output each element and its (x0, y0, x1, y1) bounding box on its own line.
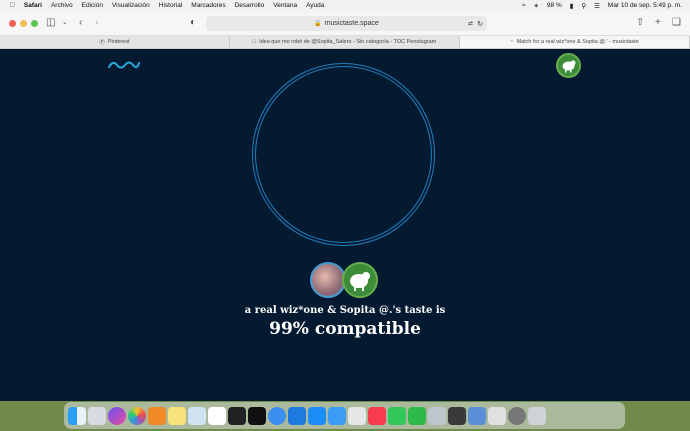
music-icon[interactable] (368, 406, 386, 425)
menu-app-name[interactable]: Safari (24, 2, 42, 9)
mail-icon[interactable] (328, 406, 346, 425)
tab-bar: Ⓟ Pinterest □ Idea que me robé de @Sopit… (0, 36, 690, 49)
reminders-icon[interactable] (208, 406, 226, 425)
browser-toolbar: ◫ ⌄ ‹ › ◐ 🔒 musictaste.space ⇄ ↻ ⇧ + ❏ (0, 11, 690, 36)
chevron-down-icon[interactable]: ⌄ (62, 17, 68, 29)
wifi-icon[interactable]: ≈ (522, 2, 526, 9)
capcut-alt-icon[interactable] (248, 406, 266, 425)
new-tab-icon[interactable]: + (655, 17, 661, 29)
minimize-window-button[interactable] (20, 20, 27, 27)
launchpad-icon[interactable] (88, 406, 106, 425)
tab-penstagram[interactable]: □ Idea que me robé de @Sopita_Salero - S… (230, 36, 460, 48)
compatibility-result: 99% compatible (269, 319, 421, 339)
close-window-button[interactable] (9, 20, 16, 27)
tuneup-icon[interactable] (488, 406, 506, 425)
musictaste-logo-icon[interactable] (108, 60, 140, 70)
sidebar-icon[interactable]: ◫ (46, 17, 55, 29)
downloads-icon[interactable] (468, 406, 486, 425)
menu-edicion[interactable]: Edición (82, 2, 103, 9)
safari-icon[interactable] (268, 406, 286, 425)
keynote-icon[interactable] (428, 406, 446, 425)
menu-desarrollo[interactable]: Desarrollo (235, 2, 265, 9)
preview-icon[interactable] (188, 406, 206, 425)
tab-musictaste[interactable]: ~ Match for a real wiz*one & Sopita @.' … (460, 36, 690, 48)
page-icon: □ (252, 39, 257, 45)
sublime-icon[interactable] (448, 406, 466, 425)
battery-percent[interactable]: 98 % (547, 2, 562, 9)
trash-icon[interactable] (528, 406, 546, 425)
page-content: a real wiz*one & Sopita @.'s taste is 99… (0, 49, 690, 401)
wave-icon: ~ (510, 39, 514, 45)
reload-icon[interactable]: ↻ (477, 20, 483, 28)
address-text: musictaste.space (324, 20, 379, 27)
dock (64, 402, 625, 429)
translate-icon[interactable]: ⇄ (468, 20, 473, 27)
compatibility-ring-inner (255, 66, 432, 243)
menu-historial[interactable]: Historial (159, 2, 182, 9)
sheep-icon (350, 272, 370, 291)
tab-label: Match for a real wiz*one & Sopita @.' - … (516, 39, 639, 45)
messages-icon[interactable] (388, 406, 406, 425)
widgets-icon[interactable] (348, 406, 366, 425)
address-bar[interactable]: 🔒 musictaste.space ⇄ ↻ (206, 16, 487, 31)
lock-icon: 🔒 (314, 21, 322, 27)
menu-clock[interactable]: Mar 10 de sep. 5:49 p. m. (608, 2, 682, 9)
notes-icon[interactable] (168, 406, 186, 425)
avatar-user-one (310, 262, 346, 298)
share-icon[interactable]: ⇧ (636, 17, 644, 29)
forward-icon[interactable]: › (95, 17, 98, 29)
menu-ayuda[interactable]: Ayuda (306, 2, 324, 9)
menu-marcadores[interactable]: Marcadores (191, 2, 225, 9)
control-center-icon[interactable]: ☰ (594, 2, 600, 10)
tab-pinterest[interactable]: Ⓟ Pinterest (0, 36, 230, 48)
menu-archivo[interactable]: Archivo (51, 2, 73, 9)
apple-icon[interactable]:  (10, 2, 15, 9)
user-avatar[interactable] (556, 53, 581, 78)
menu-bar:  Safari Archivo Edición Visualización H… (0, 0, 690, 11)
capcut-icon[interactable] (228, 406, 246, 425)
match-description: a real wiz*one & Sopita @.'s taste is (244, 305, 446, 316)
tab-overview-icon[interactable]: ❏ (672, 17, 681, 29)
photos-icon[interactable] (128, 406, 146, 425)
avatar-user-two (342, 262, 378, 298)
menu-visualizacion[interactable]: Visualización (112, 2, 150, 9)
zoom-window-button[interactable] (31, 20, 38, 27)
menu-ventana[interactable]: Ventana (273, 2, 297, 9)
search-icon[interactable]: ⚲ (581, 2, 586, 10)
sheep-icon (562, 60, 576, 73)
battery-icon[interactable]: ▮ (570, 2, 574, 10)
books-icon[interactable] (148, 406, 166, 425)
tab-label: Idea que me robé de @Sopita_Salero - Sin… (259, 39, 437, 45)
facetime-icon[interactable] (408, 406, 426, 425)
app-store-icon[interactable] (308, 406, 326, 425)
system-settings-icon[interactable] (508, 406, 526, 425)
siri-icon[interactable] (108, 406, 126, 425)
tab-label: Pinterest (107, 39, 130, 45)
back-icon[interactable]: ‹ (79, 17, 82, 29)
bluetooth-icon[interactable]: ✴ (533, 2, 538, 10)
pinterest-icon: Ⓟ (99, 40, 105, 46)
privacy-shield-icon[interactable]: ◐ (190, 17, 196, 29)
xcode-icon[interactable] (288, 406, 306, 425)
finder-icon[interactable] (68, 406, 86, 425)
